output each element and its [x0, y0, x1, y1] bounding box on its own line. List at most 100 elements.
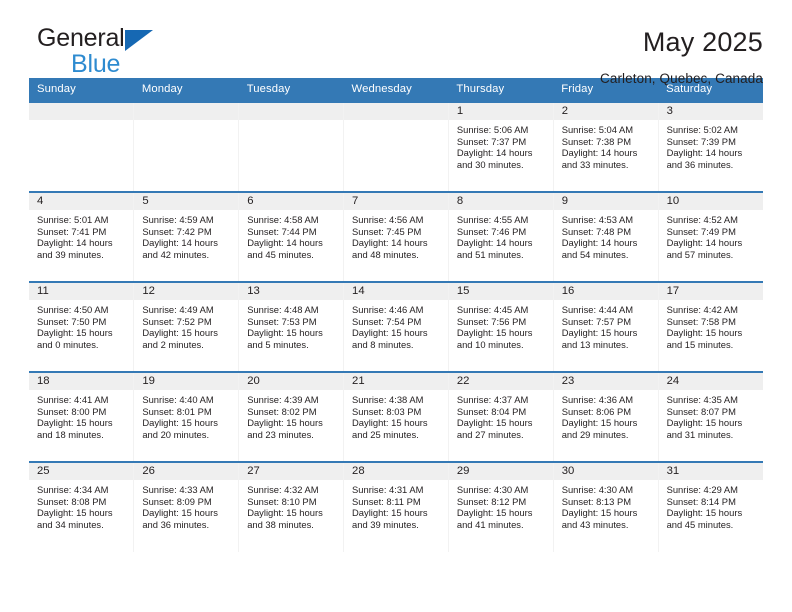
- day-details: Sunrise: 4:44 AM Sunset: 7:57 PM Daylight:…: [554, 300, 658, 351]
- calendar-day-cell[interactable]: 30 Sunrise: 4:30 AM Sunset: 8:13 PM Dayligh…: [552, 461, 659, 552]
- calendar-day-cell[interactable]: 19 Sunrise: 4:40 AM Sunset: 8:01 PM Dayligh…: [133, 371, 239, 462]
- sunrise-text: Sunrise: 4:32 AM: [247, 484, 319, 495]
- daylight-text-line2: and 33 minutes.: [561, 159, 629, 171]
- sunrise-text: Sunrise: 4:49 AM: [142, 304, 214, 315]
- calendar-day-cell[interactable]: 20 Sunrise: 4:39 AM Sunset: 8:02 PM Dayligh…: [238, 371, 344, 462]
- calendar-day-cell[interactable]: 1 Sunrise: 5:06 AM Sunset: 7:37 PM Daylight…: [447, 101, 554, 192]
- sunrise-text: Sunrise: 5:06 AM: [456, 124, 529, 135]
- calendar-day-cell[interactable]: 4 Sunrise: 5:01 AM Sunset: 7:41 PM Daylight…: [29, 191, 134, 282]
- sunset-text: Sunset: 8:09 PM: [142, 495, 212, 507]
- day-details: Sunrise: 4:37 AM Sunset: 8:04 PM Daylight:…: [449, 390, 553, 441]
- day-details: Sunrise: 4:29 AM Sunset: 8:14 PM Daylight:…: [659, 480, 763, 531]
- calendar-day-cell[interactable]: 3 Sunrise: 5:02 AM Sunset: 7:39 PM Daylight…: [657, 101, 763, 192]
- weekday-header-monday: Monday: [133, 78, 239, 102]
- sunrise-text: Sunrise: 4:46 AM: [352, 304, 424, 315]
- daylight-text-line1: Daylight: 14 hours: [142, 237, 218, 249]
- day-details: Sunrise: 4:42 AM Sunset: 7:58 PM Daylight:…: [659, 300, 763, 351]
- daylight-text-line2: and 18 minutes.: [37, 429, 104, 441]
- logo-text-general: General: [37, 24, 125, 52]
- daylight-text-line1: Daylight: 15 hours: [247, 417, 323, 429]
- calendar-day-cell[interactable]: 2 Sunrise: 5:04 AM Sunset: 7:38 PM Daylight…: [552, 101, 659, 192]
- sunset-text: Sunset: 7:37 PM: [456, 135, 527, 147]
- daylight-text-line1: Daylight: 14 hours: [37, 237, 113, 249]
- daylight-text-line2: and 10 minutes.: [456, 339, 524, 351]
- calendar-day-cell[interactable]: 29 Sunrise: 4:30 AM Sunset: 8:12 PM Dayligh…: [447, 461, 554, 552]
- calendar-day-cell[interactable]: 25 Sunrise: 4:34 AM Sunset: 8:08 PM Dayligh…: [29, 461, 134, 552]
- sunset-text: Sunset: 8:11 PM: [352, 495, 421, 507]
- daylight-text-line1: Daylight: 14 hours: [666, 237, 743, 249]
- daylight-text-line2: and 31 minutes.: [666, 429, 734, 441]
- calendar-day-cell[interactable]: 13 Sunrise: 4:48 AM Sunset: 7:53 PM Dayligh…: [238, 281, 344, 372]
- calendar-day-cell[interactable]: 26 Sunrise: 4:33 AM Sunset: 8:09 PM Dayligh…: [133, 461, 239, 552]
- calendar-day-cell[interactable]: 11 Sunrise: 4:50 AM Sunset: 7:50 PM Dayligh…: [29, 281, 134, 372]
- calendar-day-cell[interactable]: 12 Sunrise: 4:49 AM Sunset: 7:52 PM Dayligh…: [133, 281, 239, 372]
- day-details: Sunrise: 4:50 AM Sunset: 7:50 PM Daylight:…: [29, 300, 133, 351]
- daylight-text-line2: and 36 minutes.: [666, 159, 734, 171]
- day-number: 25: [29, 463, 134, 480]
- day-details: Sunrise: 4:58 AM Sunset: 7:44 PM Daylight:…: [239, 210, 343, 261]
- calendar-day-cell[interactable]: 5 Sunrise: 4:59 AM Sunset: 7:42 PM Daylight…: [133, 191, 239, 282]
- sunrise-text: Sunrise: 4:34 AM: [37, 484, 109, 495]
- calendar-day-cell[interactable]: 21 Sunrise: 4:38 AM Sunset: 8:03 PM Dayligh…: [343, 371, 449, 462]
- sunset-text: Sunset: 8:13 PM: [561, 495, 632, 507]
- day-details: Sunrise: 4:56 AM Sunset: 7:45 PM Daylight:…: [344, 210, 448, 261]
- sunset-text: Sunset: 7:54 PM: [352, 315, 422, 327]
- calendar-page: General Blue May 2025 Carleton, Quebec, …: [0, 0, 792, 612]
- sunset-text: Sunset: 7:38 PM: [561, 135, 632, 147]
- calendar-day-cell[interactable]: 8 Sunrise: 4:55 AM Sunset: 7:46 PM Daylight…: [447, 191, 554, 282]
- calendar-week-row: 1 Sunrise: 5:06 AM Sunset: 7:37 PM Daylight…: [29, 101, 763, 192]
- sunset-text: Sunset: 8:14 PM: [666, 495, 736, 507]
- logo-text-blue: Blue: [71, 50, 121, 78]
- calendar-day-cell[interactable]: 27 Sunrise: 4:32 AM Sunset: 8:10 PM Dayligh…: [238, 461, 344, 552]
- day-details: Sunrise: 5:02 AM Sunset: 7:39 PM Daylight:…: [659, 120, 763, 171]
- calendar-week-row: 4 Sunrise: 5:01 AM Sunset: 7:41 PM Daylight…: [29, 191, 763, 282]
- calendar-day-cell[interactable]: 31 Sunrise: 4:29 AM Sunset: 8:14 PM Dayligh…: [657, 461, 763, 552]
- daylight-text-line1: Daylight: 14 hours: [666, 147, 743, 159]
- day-number: 6: [239, 193, 344, 210]
- calendar-day-cell[interactable]: 10 Sunrise: 4:52 AM Sunset: 7:49 PM Dayligh…: [657, 191, 763, 282]
- generalblue-logo[interactable]: General Blue: [29, 26, 159, 77]
- calendar-day-cell[interactable]: 23 Sunrise: 4:36 AM Sunset: 8:06 PM Dayligh…: [552, 371, 659, 462]
- calendar-day-cell[interactable]: 9 Sunrise: 4:53 AM Sunset: 7:48 PM Daylight…: [552, 191, 659, 282]
- day-details: Sunrise: 4:49 AM Sunset: 7:52 PM Daylight:…: [134, 300, 238, 351]
- calendar-day-cell[interactable]: 7 Sunrise: 4:56 AM Sunset: 7:45 PM Daylight…: [343, 191, 449, 282]
- sunset-text: Sunset: 7:56 PM: [456, 315, 527, 327]
- daylight-text-line1: Daylight: 15 hours: [666, 417, 743, 429]
- sunset-text: Sunset: 8:04 PM: [456, 405, 527, 417]
- calendar-day-cell[interactable]: 18 Sunrise: 4:41 AM Sunset: 8:00 PM Dayligh…: [29, 371, 134, 462]
- calendar-day-cell[interactable]: 24 Sunrise: 4:35 AM Sunset: 8:07 PM Dayligh…: [657, 371, 763, 462]
- daylight-text-line1: Daylight: 14 hours: [561, 237, 638, 249]
- daylight-text-line1: Daylight: 15 hours: [142, 417, 218, 429]
- sunrise-text: Sunrise: 5:02 AM: [666, 124, 738, 135]
- calendar-day-cell[interactable]: 28 Sunrise: 4:31 AM Sunset: 8:11 PM Dayligh…: [343, 461, 449, 552]
- day-details: Sunrise: 4:32 AM Sunset: 8:10 PM Daylight:…: [239, 480, 343, 531]
- calendar-day-cell[interactable]: 15 Sunrise: 4:45 AM Sunset: 7:56 PM Dayligh…: [447, 281, 554, 372]
- sunset-text: Sunset: 8:03 PM: [352, 405, 422, 417]
- daylight-text-line2: and 30 minutes.: [456, 159, 524, 171]
- day-details: Sunrise: 4:39 AM Sunset: 8:02 PM Daylight:…: [239, 390, 343, 441]
- calendar-day-cell[interactable]: 22 Sunrise: 4:37 AM Sunset: 8:04 PM Dayligh…: [447, 371, 554, 462]
- sunset-text: Sunset: 7:45 PM: [352, 225, 422, 237]
- weekday-header-sunday: Sunday: [29, 78, 134, 102]
- calendar-day-cell[interactable]: 16 Sunrise: 4:44 AM Sunset: 7:57 PM Dayligh…: [552, 281, 659, 372]
- calendar-body: 1 Sunrise: 5:06 AM Sunset: 7:37 PM Daylight…: [29, 101, 763, 552]
- sunset-text: Sunset: 7:42 PM: [142, 225, 212, 237]
- day-number: 28: [344, 463, 448, 480]
- calendar-week-row: 25 Sunrise: 4:34 AM Sunset: 8:08 PM Dayligh…: [29, 461, 763, 552]
- calendar-day-cell[interactable]: 14 Sunrise: 4:46 AM Sunset: 7:54 PM Dayligh…: [343, 281, 449, 372]
- day-number: 21: [344, 373, 448, 390]
- day-number: 1: [448, 103, 553, 120]
- sunrise-text: Sunrise: 4:45 AM: [456, 304, 529, 315]
- day-number: 23: [553, 373, 658, 390]
- day-details: Sunrise: 4:30 AM Sunset: 8:13 PM Daylight:…: [554, 480, 658, 531]
- calendar-day-cell[interactable]: 17 Sunrise: 4:42 AM Sunset: 7:58 PM Dayligh…: [657, 281, 763, 372]
- sunset-text: Sunset: 8:01 PM: [142, 405, 212, 417]
- daylight-text-line2: and 13 minutes.: [561, 339, 629, 351]
- sunrise-text: Sunrise: 4:30 AM: [561, 484, 634, 495]
- day-details: Sunrise: 4:59 AM Sunset: 7:42 PM Daylight:…: [134, 210, 238, 261]
- calendar-week-row: 11 Sunrise: 4:50 AM Sunset: 7:50 PM Dayligh…: [29, 281, 763, 372]
- day-number: 22: [448, 373, 553, 390]
- daylight-text-line2: and 27 minutes.: [456, 429, 524, 441]
- sunrise-text: Sunrise: 4:50 AM: [37, 304, 109, 315]
- calendar-day-cell[interactable]: 6 Sunrise: 4:58 AM Sunset: 7:44 PM Daylight…: [238, 191, 344, 282]
